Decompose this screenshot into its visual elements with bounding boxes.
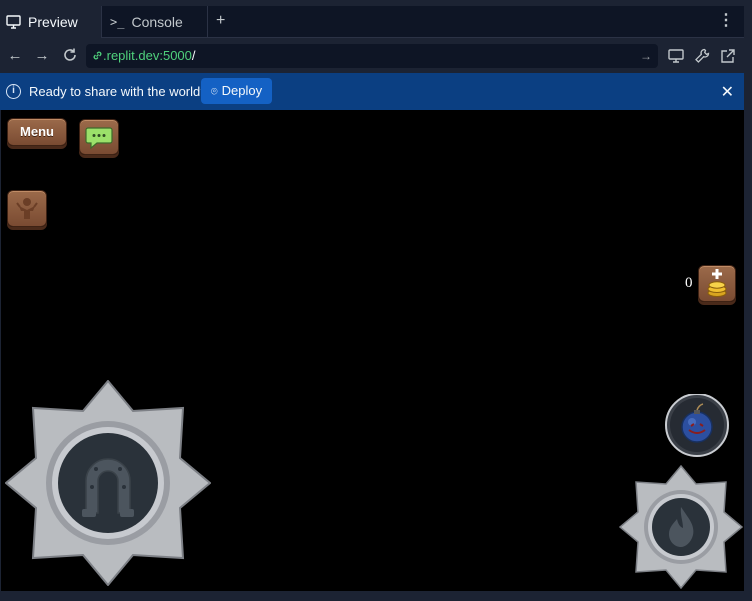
deploy-label: Deploy	[221, 83, 263, 98]
url-host: .replit.dev:5000	[103, 48, 192, 63]
tab-label: Preview	[28, 14, 78, 30]
url-input[interactable]: .replit.dev:5000/ →	[86, 44, 658, 68]
banner-message: Ready to share with the world?	[29, 84, 208, 99]
tab-label: Console	[131, 14, 183, 30]
add-coins-button[interactable]	[698, 265, 736, 302]
info-icon: i	[6, 84, 21, 99]
more-options-icon[interactable]: ⋮	[718, 10, 734, 30]
browser-frame: Preview >_ Console + ⋮ ← → .replit.dev:5…	[0, 0, 752, 601]
character-button[interactable]	[7, 190, 47, 227]
go-arrow-icon[interactable]: →	[640, 44, 652, 68]
tab-preview[interactable]: Preview	[0, 6, 102, 38]
deploy-button[interactable]: ⌾ Deploy	[201, 78, 272, 104]
link-icon	[93, 51, 102, 60]
wrench-icon[interactable]	[693, 47, 711, 65]
terminal-icon: >_	[110, 15, 125, 29]
bomb-button[interactable]	[663, 394, 731, 457]
address-bar: ← → .replit.dev:5000/ →	[0, 38, 744, 73]
menu-button[interactable]: Menu	[7, 118, 67, 146]
deploy-icon: ⌾	[211, 86, 218, 98]
tab-console[interactable]: >_ Console	[102, 6, 208, 38]
back-arrow-icon[interactable]: ←	[6, 47, 24, 65]
game-canvas[interactable]: Menu 0	[1, 110, 744, 591]
open-new-window-icon[interactable]	[719, 47, 737, 65]
attack-button[interactable]	[619, 465, 743, 589]
chat-bubble-icon	[85, 127, 113, 150]
url-path: /	[191, 48, 196, 63]
tab-bar: Preview >_ Console + ⋮	[0, 6, 744, 38]
movement-joystick[interactable]	[5, 380, 211, 586]
close-icon[interactable]: ✕	[721, 82, 734, 102]
new-tab-button[interactable]: +	[216, 12, 225, 30]
coin-count: 0	[685, 275, 693, 291]
forward-arrow-icon[interactable]: →	[33, 47, 51, 65]
deploy-banner: i Ready to share with the world? ⌾ Deploy…	[0, 73, 744, 110]
devices-icon[interactable]	[667, 47, 685, 65]
character-icon	[16, 198, 38, 219]
chat-button[interactable]	[79, 119, 119, 155]
monitor-icon	[6, 15, 21, 29]
reload-icon[interactable]	[61, 47, 79, 65]
coin-stack-icon	[707, 269, 727, 297]
